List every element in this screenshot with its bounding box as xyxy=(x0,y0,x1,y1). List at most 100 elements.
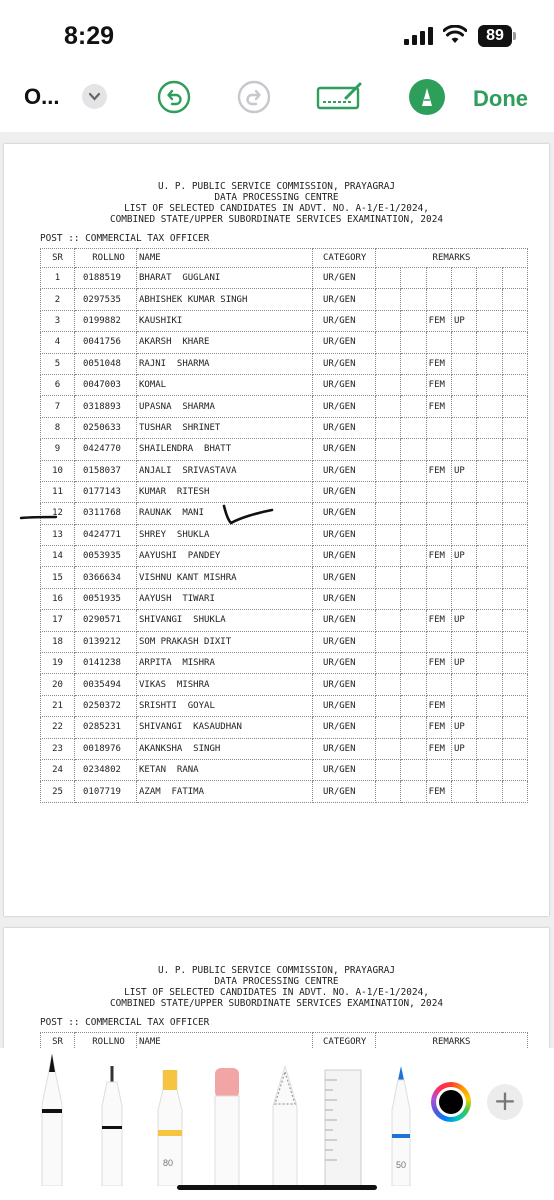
table-header-row: SR ROLLNO NAME CATEGORY REMARKS xyxy=(40,248,528,268)
fineliner-tool-icon[interactable] xyxy=(97,1066,127,1186)
table-row: 16 0051935 AAYUSH TIWARI UR/GEN xyxy=(40,587,529,611)
remarks-up-cell xyxy=(450,630,478,654)
remarks-up-cell: UP xyxy=(450,652,478,675)
table-row: 5 0051048 RAJNI SHARMA UR/GEN FEM xyxy=(40,352,529,375)
remarks-cell xyxy=(501,502,529,525)
remarks-up-cell xyxy=(450,416,478,440)
category-cell: UR/GEN xyxy=(312,480,376,504)
remarks-cell xyxy=(476,331,503,354)
status-bar: 8:29 89 xyxy=(0,0,554,72)
remarks-up-cell xyxy=(450,438,478,461)
name-cell: SHREY SHUKLA xyxy=(136,523,313,547)
remarks-fem-cell xyxy=(425,566,452,589)
post-title: POST :: COMMERCIAL TAX OFFICER xyxy=(40,1017,210,1028)
remarks-cell xyxy=(400,266,427,290)
document-viewer[interactable]: U. P. PUBLIC SERVICE COMMISSION, PRAYAGR… xyxy=(0,132,554,1048)
remarks-fem-cell: FEM xyxy=(425,737,452,760)
table-row: 25 0107719 AZAM FATIMA UR/GEN FEM xyxy=(40,780,529,803)
remarks-cell xyxy=(400,673,427,696)
remarks-fem-cell: FEM xyxy=(425,609,452,632)
rollno-cell: 0285231 xyxy=(74,716,137,739)
sr-cell: 22 xyxy=(40,716,75,739)
header-line: LIST OF SELECTED CANDIDATES IN ADVT. NO.… xyxy=(124,987,429,998)
remarks-cell xyxy=(501,673,529,696)
remarks-cell xyxy=(400,587,427,611)
table-row: 12 0311768 RAUNAK MANI UR/GEN xyxy=(40,502,529,525)
table-row: 18 0139212 SOM PRAKASH DIXIT UR/GEN xyxy=(40,630,529,654)
remarks-cell xyxy=(400,609,427,632)
remarks-fem-cell: FEM xyxy=(425,373,452,397)
sr-cell: 21 xyxy=(40,694,75,718)
table-row: 6 0047003 KOMAL UR/GEN FEM xyxy=(40,373,529,397)
home-indicator[interactable] xyxy=(177,1185,377,1190)
remarks-cell xyxy=(476,694,503,718)
remarks-cell xyxy=(476,288,503,311)
cellular-signal-icon xyxy=(404,27,434,45)
remarks-cell xyxy=(476,395,503,418)
sr-cell: 13 xyxy=(40,523,75,547)
rollno-cell: 0177143 xyxy=(74,480,137,504)
remarks-cell xyxy=(400,652,427,675)
ruler-tool-icon[interactable] xyxy=(323,1066,363,1186)
lasso-tool-icon[interactable] xyxy=(270,1066,300,1186)
remarks-cell xyxy=(476,373,503,397)
remarks-up-cell xyxy=(450,587,478,611)
rollno-cell: 0290571 xyxy=(74,609,137,632)
signature-icon[interactable] xyxy=(316,80,364,114)
pen-tool-icon[interactable] xyxy=(38,1054,66,1186)
highlighter-tool-icon[interactable] xyxy=(155,1070,185,1186)
eraser-tool-icon[interactable] xyxy=(212,1068,242,1186)
document-page-2: U. P. PUBLIC SERVICE COMMISSION, PRAYAGR… xyxy=(4,928,549,1048)
remarks-cell xyxy=(400,373,427,397)
remarks-cell xyxy=(374,309,402,333)
rollno-cell: 0424771 xyxy=(74,523,137,547)
chevron-down-icon[interactable] xyxy=(82,84,107,109)
remarks-cell xyxy=(501,609,529,632)
name-cell: VISHNU KANT MISHRA xyxy=(136,566,313,589)
table-row: 21 0250372 SRISHTI GOYAL UR/GEN FEM xyxy=(40,694,529,718)
battery-indicator: 89 xyxy=(478,25,512,47)
category-cell: UR/GEN xyxy=(312,331,376,354)
remarks-cell xyxy=(400,716,427,739)
remarks-cell xyxy=(476,523,503,547)
remarks-cell xyxy=(476,566,503,589)
remarks-cell xyxy=(374,780,402,803)
sr-cell: 25 xyxy=(40,780,75,803)
markup-pen-icon[interactable] xyxy=(409,79,445,115)
remarks-cell xyxy=(400,395,427,418)
remarks-cell xyxy=(374,566,402,589)
name-cell: SHIVANGI SHUKLA xyxy=(136,609,313,632)
document-title[interactable]: O... xyxy=(24,84,59,110)
remarks-cell xyxy=(501,523,529,547)
remarks-fem-cell xyxy=(425,438,452,461)
header-line: COMBINED STATE/UPPER SUBORDINATE SERVICE… xyxy=(109,214,443,225)
header-line: DATA PROCESSING CENTRE xyxy=(214,976,339,987)
sr-cell: 20 xyxy=(40,673,75,696)
remarks-up-cell xyxy=(450,288,478,311)
battery-tip xyxy=(513,32,516,40)
name-cell: KAUSHIKI xyxy=(136,309,313,333)
pencil-size: 50 xyxy=(396,1160,407,1170)
rollno-cell: 0051048 xyxy=(74,352,137,375)
add-tool-button[interactable]: + xyxy=(487,1084,523,1120)
table-row: 1 0188519 BHARAT GUGLANI UR/GEN xyxy=(40,266,529,290)
header-line: U. P. PUBLIC SERVICE COMMISSION, PRAYAGR… xyxy=(157,965,396,976)
remarks-cell xyxy=(501,780,529,803)
remarks-cell xyxy=(501,737,529,760)
remarks-cell xyxy=(476,673,503,696)
category-cell: UR/GEN xyxy=(312,309,376,333)
remarks-cell xyxy=(501,395,529,418)
redo-icon[interactable] xyxy=(237,80,271,114)
remarks-up-cell: UP xyxy=(450,309,478,333)
header-line: COMBINED STATE/UPPER SUBORDINATE SERVICE… xyxy=(109,998,443,1009)
remarks-fem-cell: FEM xyxy=(425,545,452,568)
sr-cell: 11 xyxy=(40,480,75,504)
rollno-cell: 0250633 xyxy=(74,416,137,440)
sr-cell: 17 xyxy=(40,609,75,632)
done-button[interactable]: Done xyxy=(473,86,528,112)
rollno-cell: 0141238 xyxy=(74,652,137,675)
undo-icon[interactable] xyxy=(157,80,191,114)
remarks-up-cell xyxy=(450,780,478,803)
sr-cell: 14 xyxy=(40,545,75,568)
col-sr: SR xyxy=(40,1032,75,1048)
